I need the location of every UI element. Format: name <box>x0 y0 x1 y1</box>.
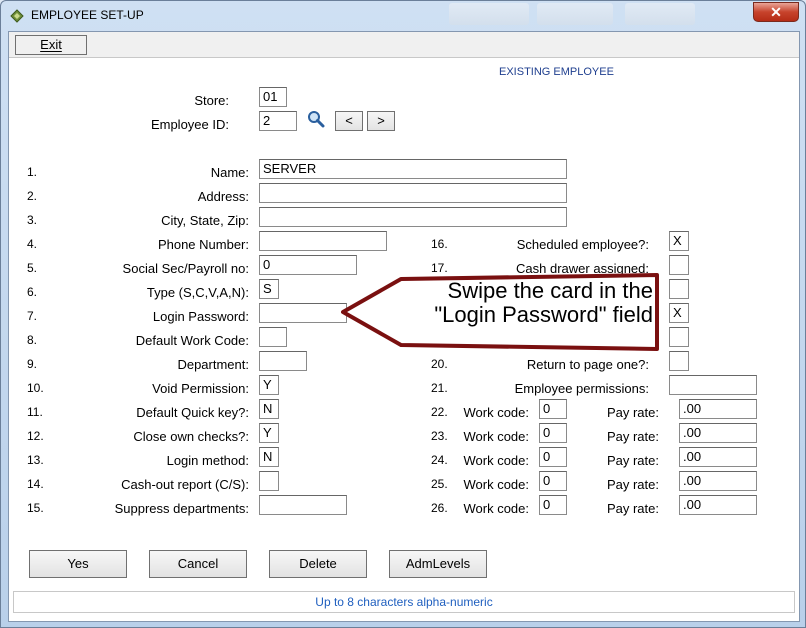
title-bar[interactable]: EMPLOYEE SET-UP ✕ <box>1 1 805 31</box>
pay-rate-input[interactable]: .00 <box>679 423 757 443</box>
pay-rate-input[interactable]: .00 <box>679 447 757 467</box>
pay-rate-input[interactable]: .00 <box>679 495 757 515</box>
delete-button[interactable]: Delete <box>269 550 367 578</box>
window-title: EMPLOYEE SET-UP <box>31 8 144 22</box>
default-quick-key-label: Default Quick key?: <box>136 405 249 420</box>
close-icon: ✕ <box>770 4 782 20</box>
work-code-label: Work code: <box>463 501 529 516</box>
login-password-label: Login Password: <box>152 309 249 324</box>
work-code-input[interactable]: 0 <box>539 495 567 515</box>
pay-rate-label: Pay rate: <box>606 477 659 492</box>
suppress-departments-label: Suppress departments: <box>114 501 249 516</box>
employee-id-input[interactable]: 2 <box>259 111 297 131</box>
field-number: 21. <box>431 381 448 395</box>
suppress-departments-input[interactable] <box>259 495 347 515</box>
work-code-input[interactable]: 0 <box>539 447 567 467</box>
mode-label: EXISTING EMPLOYEE <box>499 66 614 78</box>
cash-out-report-label: Cash-out report (C/S): <box>121 477 249 492</box>
social-sec-label: Social Sec/Payroll no: <box>122 261 249 276</box>
login-method-label: Login method: <box>166 453 249 468</box>
background-window-fragment <box>449 3 529 25</box>
background-window-fragment <box>537 3 613 25</box>
app-icon <box>10 9 24 23</box>
background-window-fragment <box>625 3 695 25</box>
previous-employee-button[interactable]: < <box>335 111 363 131</box>
work-code-input[interactable]: 0 <box>539 399 567 419</box>
name-label: Name: <box>210 165 249 180</box>
toolbar: Exit <box>9 32 799 58</box>
exit-button[interactable]: Exit <box>15 35 87 55</box>
city-state-zip-label: City, State, Zip: <box>161 213 249 228</box>
pay-rate-input[interactable]: .00 <box>679 471 757 491</box>
login-method-input[interactable]: N <box>259 447 279 467</box>
close-own-checks-input[interactable]: Y <box>259 423 279 443</box>
return-to-page-one-input[interactable] <box>669 351 689 371</box>
pay-rate-input[interactable]: .00 <box>679 399 757 419</box>
work-code-label: Work code: <box>463 405 529 420</box>
scheduled-employee-input[interactable]: X <box>669 231 689 251</box>
field-number: 16. <box>431 237 448 251</box>
city-state-zip-input[interactable] <box>259 207 567 227</box>
department-input[interactable] <box>259 351 307 371</box>
default-work-code-input[interactable] <box>259 327 287 347</box>
department-label: Department: <box>177 357 249 372</box>
phone-number-input[interactable] <box>259 231 387 251</box>
store-input[interactable]: 01 <box>259 87 287 107</box>
work-code-label: Work code: <box>463 477 529 492</box>
work-code-input[interactable]: 0 <box>539 471 567 491</box>
pay-rate-label: Pay rate: <box>606 453 659 468</box>
admlevels-button[interactable]: AdmLevels <box>389 550 487 578</box>
yes-button[interactable]: Yes <box>29 550 127 578</box>
employee-permissions-label: Employee permissions: <box>514 381 649 396</box>
type-input[interactable]: S <box>259 279 279 299</box>
void-permission-input[interactable]: Y <box>259 375 279 395</box>
option-19b-input[interactable] <box>669 327 689 347</box>
employee-id-label: Employee ID: <box>150 117 229 132</box>
pay-rate-label: Pay rate: <box>606 405 659 420</box>
callout-text: Swipe the card in the "Login Password" f… <box>391 279 653 327</box>
next-employee-button[interactable]: > <box>367 111 395 131</box>
void-permission-label: Void Permission: <box>152 381 249 396</box>
window-close-button[interactable]: ✕ <box>753 2 799 22</box>
store-label: Store: <box>194 93 229 108</box>
application-window: EMPLOYEE SET-UP ✕ Exit EXISTING EMPLOYEE… <box>0 0 806 628</box>
callout-line-1: Swipe the card in the <box>447 278 653 303</box>
option-18-input[interactable] <box>669 279 689 299</box>
return-to-page-one-label: Return to page one?: <box>526 357 649 372</box>
phone-number-label: Phone Number: <box>157 237 249 252</box>
work-code-label: Work code: <box>463 453 529 468</box>
cash-drawer-assigned-input[interactable] <box>669 255 689 275</box>
pay-rate-label: Pay rate: <box>606 501 659 516</box>
default-work-code-label: Default Work Code: <box>135 333 249 348</box>
login-password-input[interactable] <box>259 303 347 323</box>
address-label: Address: <box>197 189 249 204</box>
employee-permissions-input[interactable] <box>669 375 757 395</box>
type-label: Type (S,C,V,A,N): <box>146 285 249 300</box>
default-quick-key-input[interactable]: N <box>259 399 279 419</box>
name-input[interactable]: SERVER <box>259 159 567 179</box>
cancel-button[interactable]: Cancel <box>149 550 247 578</box>
work-code-label: Work code: <box>463 429 529 444</box>
scheduled-employee-label: Scheduled employee?: <box>516 237 649 252</box>
field-number: 20. <box>431 357 448 371</box>
option-19-input[interactable]: X <box>669 303 689 323</box>
address-input[interactable] <box>259 183 567 203</box>
search-icon[interactable] <box>307 110 325 128</box>
status-bar: Up to 8 characters alpha-numeric <box>13 591 795 613</box>
callout-line-2: "Login Password" field <box>434 302 653 327</box>
cash-out-report-input[interactable] <box>259 471 279 491</box>
pay-rate-label: Pay rate: <box>606 429 659 444</box>
work-code-input[interactable]: 0 <box>539 423 567 443</box>
close-own-checks-label: Close own checks?: <box>133 429 249 444</box>
